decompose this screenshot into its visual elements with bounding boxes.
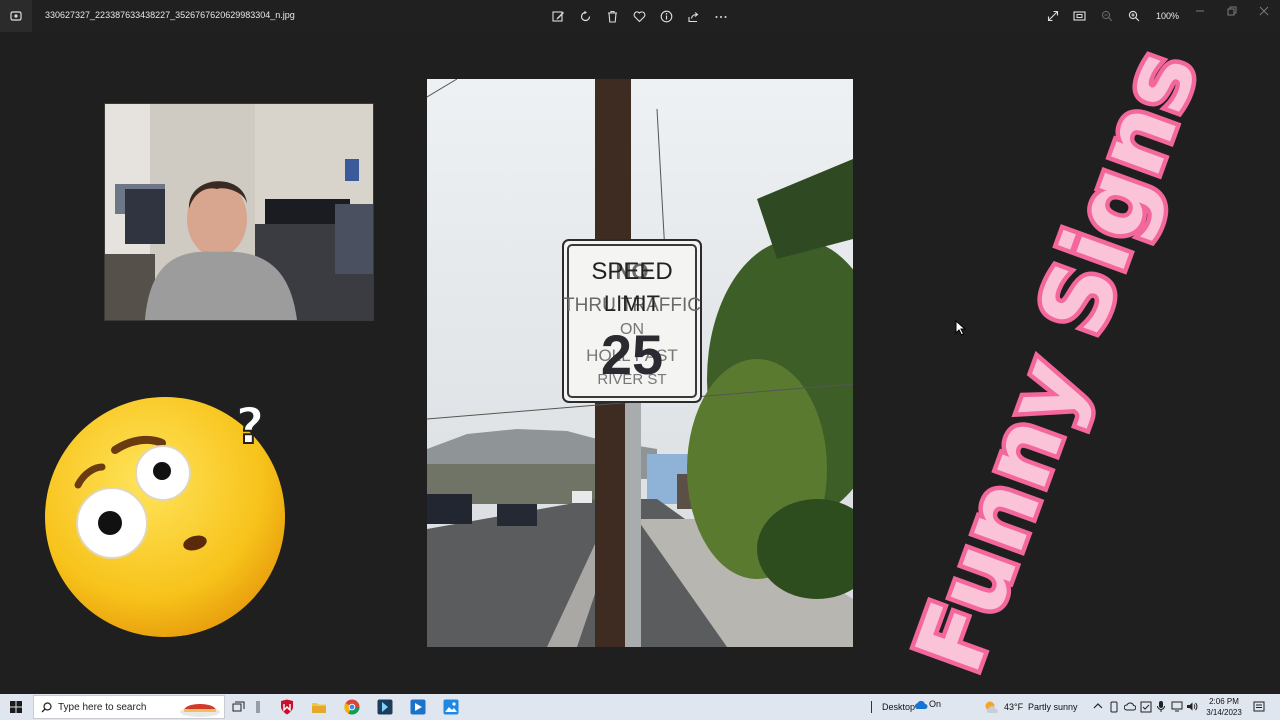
- share-button[interactable]: [683, 6, 704, 26]
- video-icon: [410, 699, 426, 715]
- edit-icon: [552, 10, 564, 22]
- shield-icon: [281, 699, 293, 715]
- start-button[interactable]: [0, 694, 32, 720]
- taskbar-app-photos[interactable]: [441, 697, 461, 717]
- restore-icon: [1227, 6, 1237, 16]
- webcam-overlay: [104, 103, 374, 321]
- taskbar-clock[interactable]: 2:06 PM 3/14/2023: [1198, 696, 1250, 718]
- search-highlight-icon: [180, 704, 220, 717]
- taskbar-divider: [251, 697, 265, 717]
- more-button[interactable]: [710, 6, 731, 26]
- mouse-cursor: [955, 320, 967, 336]
- trash-icon: [608, 10, 617, 23]
- main-photo: NO SPEED THRU TRAFFIC LIMIT ON HOLL PAST…: [427, 79, 853, 647]
- taskbar-mcafee[interactable]: [277, 697, 297, 717]
- chrome-icon: [344, 699, 360, 715]
- security-icon[interactable]: [1140, 701, 1152, 713]
- zoom-level[interactable]: 100%: [1156, 11, 1179, 21]
- minimize-button[interactable]: [1184, 0, 1216, 22]
- minimize-icon: [1196, 10, 1204, 12]
- network-icon[interactable]: [1171, 701, 1183, 712]
- taskbar-chrome[interactable]: [342, 697, 362, 717]
- task-view-button[interactable]: [229, 697, 249, 717]
- weather-temp[interactable]: 43°F: [1004, 702, 1023, 712]
- desktop-toolbar-label[interactable]: Desktop: [882, 702, 915, 712]
- cloud-icon[interactable]: [1124, 702, 1136, 711]
- zoom-out-button[interactable]: [1096, 6, 1117, 26]
- onedrive-icon: [914, 700, 928, 709]
- folder-icon: [312, 703, 326, 713]
- windows-icon: [10, 701, 22, 713]
- zoom-out-icon: [1101, 10, 1112, 22]
- photos-icon: [443, 699, 459, 715]
- microphone-icon[interactable]: [1156, 700, 1166, 713]
- task-view-icon: [232, 701, 245, 712]
- heart-icon: [633, 10, 646, 22]
- search-placeholder: Type here to search: [58, 702, 147, 713]
- zoom-in-icon: [1128, 10, 1139, 22]
- chevron-up-icon[interactable]: [1093, 702, 1103, 710]
- full-screen-button[interactable]: [1042, 6, 1063, 26]
- share-icon: [688, 11, 699, 22]
- fit-window-icon: [1073, 11, 1086, 21]
- window-title: 330627327_223387633438227_35267676206299…: [45, 10, 295, 20]
- title-bar: 330627327_223387633438227_35267676206299…: [0, 0, 1280, 32]
- window-controls: [1184, 0, 1280, 24]
- sign-limit-text: LIMIT: [604, 291, 660, 316]
- partly-sunny-icon: [985, 701, 998, 713]
- phone-link-icon[interactable]: [1109, 701, 1119, 713]
- edit-image-button[interactable]: [548, 6, 569, 26]
- restore-button[interactable]: [1216, 0, 1248, 22]
- expand-icon: [1047, 10, 1058, 22]
- photos-app-icon[interactable]: [0, 0, 32, 32]
- notifications-icon[interactable]: [1253, 701, 1265, 713]
- info-icon: [660, 10, 673, 22]
- rotate-button[interactable]: [575, 6, 596, 26]
- image-toolbar: [548, 6, 731, 26]
- view-tools: 100%: [1042, 6, 1179, 26]
- volume-icon[interactable]: [1186, 701, 1198, 712]
- favorite-button[interactable]: [629, 6, 650, 26]
- taskbar-search-box[interactable]: Type here to search: [33, 695, 225, 719]
- app-icon: [377, 699, 393, 715]
- taskbar-app-video-editor[interactable]: [408, 697, 428, 717]
- fit-to-window-button[interactable]: [1069, 6, 1090, 26]
- taskbar-app-bluestack[interactable]: [375, 697, 395, 717]
- more-icon: [715, 15, 726, 18]
- divider-icon: [256, 701, 260, 713]
- taskbar: Type here to search Desktop On 43°F Part…: [0, 694, 1280, 720]
- close-icon: [1259, 6, 1269, 16]
- search-icon: [41, 702, 52, 713]
- zoom-in-button[interactable]: [1123, 6, 1144, 26]
- sign-speed-number: 25: [601, 323, 663, 386]
- taskbar-file-explorer[interactable]: [309, 697, 329, 717]
- onedrive-status[interactable]: On: [929, 699, 941, 709]
- question-mark-icon: ?: [235, 397, 264, 455]
- weather-description[interactable]: Partly sunny: [1028, 702, 1078, 712]
- divider-icon: [870, 701, 872, 713]
- info-button[interactable]: [656, 6, 677, 26]
- sign-speed-text: SPEED: [591, 258, 672, 285]
- confused-emoji: ?: [40, 395, 290, 640]
- clock-date: 3/14/2023: [1206, 708, 1242, 717]
- close-button[interactable]: [1248, 0, 1280, 22]
- clock-time: 2:06 PM: [1209, 697, 1239, 706]
- desktop-toolbar-handle: [866, 697, 876, 717]
- rotate-icon: [580, 10, 591, 21]
- delete-button[interactable]: [602, 6, 623, 26]
